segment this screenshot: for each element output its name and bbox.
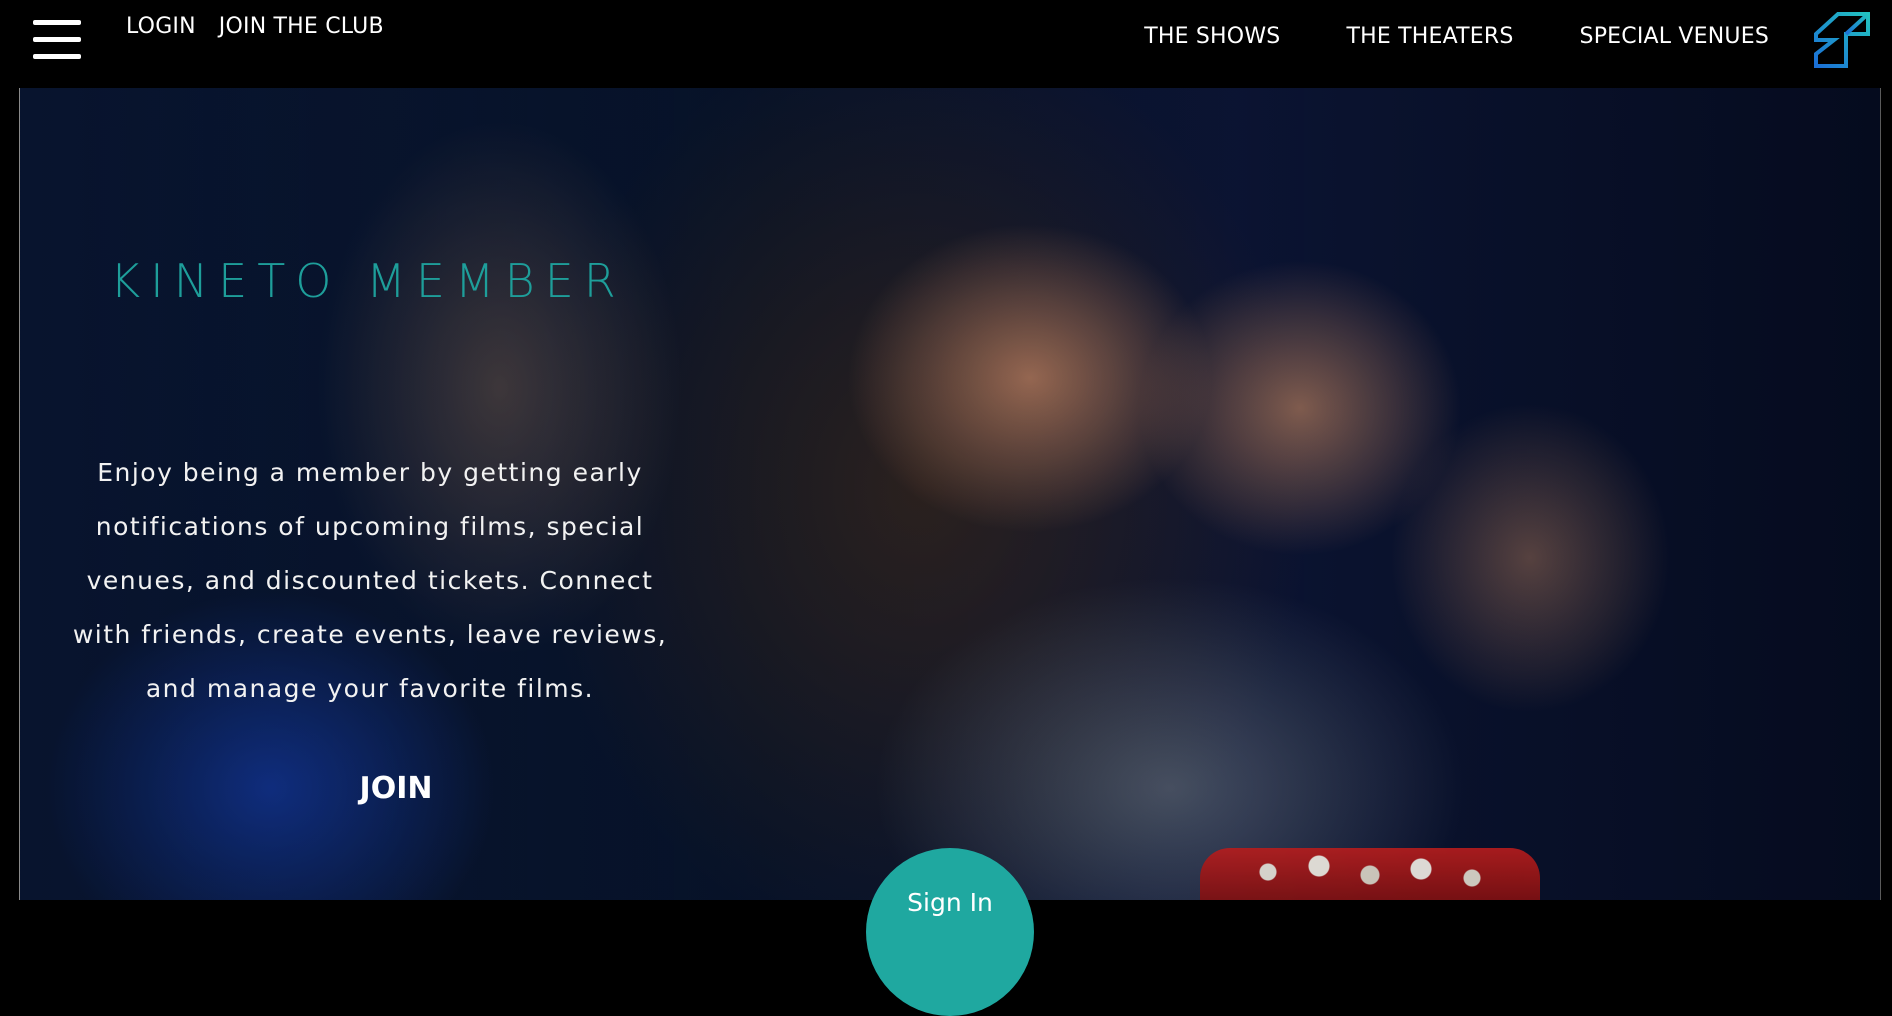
popcorn-image	[1200, 848, 1540, 900]
hero-banner: KINETO MEMBER Enjoy being a member by ge…	[19, 88, 1881, 900]
top-navigation-bar: LOGIN JOIN THE CLUB THE SHOWS THE THEATE…	[0, 0, 1892, 88]
menu-line	[33, 37, 81, 42]
join-the-club-link[interactable]: JOIN THE CLUB	[219, 14, 384, 39]
hero-description: Enjoy being a member by getting early no…	[72, 458, 668, 703]
login-link[interactable]: LOGIN	[126, 14, 196, 39]
nav-the-theaters[interactable]: THE THEATERS	[1346, 24, 1513, 49]
hero-title: KINETO MEMBER	[110, 254, 626, 308]
kineto-logo-icon[interactable]	[1812, 10, 1872, 70]
nav-special-venues[interactable]: SPECIAL VENUES	[1580, 24, 1769, 49]
sign-in-label: Sign In	[907, 888, 993, 917]
main-navigation: THE SHOWS THE THEATERS SPECIAL VENUES	[1144, 24, 1769, 49]
nav-the-shows[interactable]: THE SHOWS	[1144, 24, 1280, 49]
account-links: LOGIN JOIN THE CLUB	[126, 14, 384, 39]
sign-in-button[interactable]: Sign In	[866, 848, 1034, 1016]
menu-line	[33, 20, 81, 25]
menu-line	[33, 54, 81, 59]
hamburger-menu-icon[interactable]	[33, 20, 81, 59]
join-button[interactable]: JOIN	[336, 771, 456, 806]
